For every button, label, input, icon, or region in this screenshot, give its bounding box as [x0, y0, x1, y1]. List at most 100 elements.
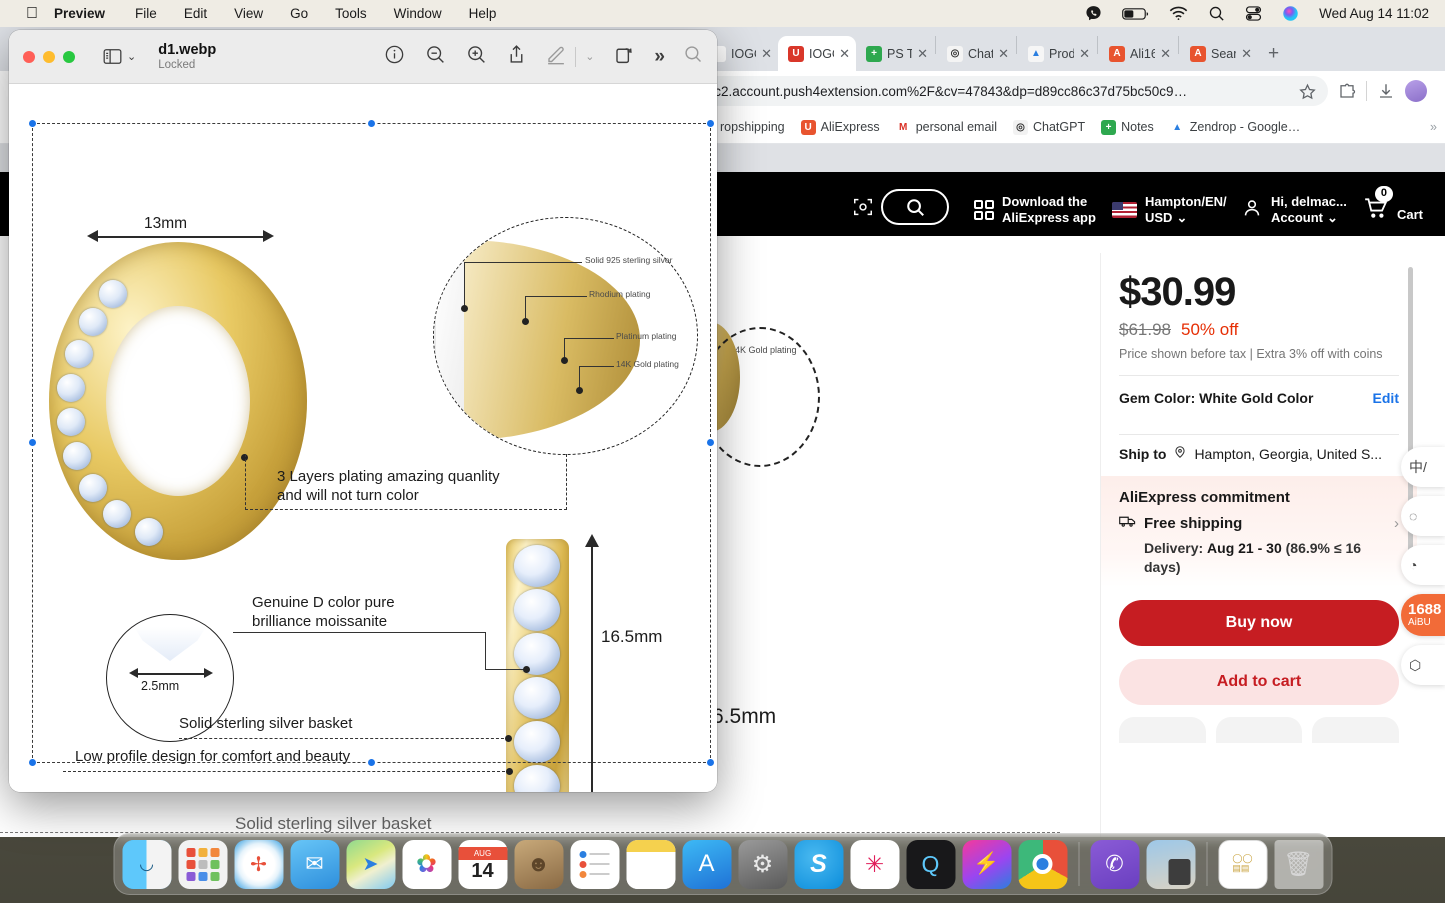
dock-item-calendar[interactable]: AUG 14 — [458, 840, 507, 889]
menu-item-file[interactable]: File — [135, 6, 157, 21]
dock-item-trash[interactable]: 🗑 — [1274, 840, 1323, 889]
camera-search-icon[interactable] — [845, 189, 881, 225]
account-menu[interactable]: Hi, delmac... Account ⌄ — [1241, 194, 1347, 227]
dock-item-skype[interactable]: S — [794, 840, 843, 889]
menu-item-view[interactable]: View — [234, 6, 263, 21]
extensions-puzzle-icon[interactable] — [1338, 82, 1356, 100]
chinese-language-icon[interactable]: 中/ — [1401, 447, 1445, 487]
browser-tab-2[interactable]: + PS T ✕ — [856, 36, 934, 71]
selection-handle-br[interactable] — [706, 758, 715, 767]
sidebar-toggle-button[interactable]: ⌄ — [103, 48, 136, 65]
dock-item-reminders[interactable] — [570, 840, 619, 889]
browser-tab-4[interactable]: ▲ Prod ✕ — [1018, 36, 1096, 71]
viber-icon[interactable] — [1085, 5, 1102, 22]
camera-scan-icon[interactable]: ◌ — [1401, 496, 1445, 536]
bookmarks-overflow-icon[interactable]: » — [1430, 120, 1445, 134]
tab-close-icon[interactable]: ✕ — [1079, 46, 1090, 62]
zoom-button[interactable] — [63, 51, 75, 63]
browser-tab-3[interactable]: ◎ Chat ✕ — [937, 36, 1015, 71]
wifi-icon[interactable] — [1169, 6, 1188, 21]
menu-item-help[interactable]: Help — [469, 6, 497, 21]
edit-option-link[interactable]: Edit — [1373, 390, 1399, 406]
rotate-icon[interactable] — [614, 44, 634, 70]
browser-tab-1[interactable]: U IOGC ✕ — [778, 36, 856, 71]
dock-item-app-store[interactable]: A — [682, 840, 731, 889]
bookmark-item-4[interactable]: + Notes — [1101, 120, 1154, 135]
more-chevrons-icon[interactable]: » — [654, 46, 663, 68]
siri-icon[interactable] — [1282, 5, 1299, 22]
spotlight-search-icon[interactable] — [1208, 5, 1225, 22]
browser-tab-6[interactable]: A Sear ✕ — [1180, 36, 1258, 71]
new-tab-button[interactable]: + — [1258, 43, 1289, 71]
menu-item-tools[interactable]: Tools — [335, 6, 367, 21]
chevron-right-icon[interactable]: › — [1394, 515, 1399, 532]
dock-item-photos[interactable]: ✿ — [402, 840, 451, 889]
dock-item-quicktime[interactable]: Q — [906, 840, 955, 889]
free-shipping-row[interactable]: Free shipping › — [1119, 514, 1399, 533]
browser-tab-5[interactable]: A Ali16 ✕ — [1099, 36, 1177, 71]
coin-face-icon[interactable]: ◔ — [1401, 545, 1445, 585]
battery-icon[interactable] — [1122, 7, 1149, 21]
dock-item-contacts[interactable]: ☻ — [514, 840, 563, 889]
apple-logo-icon[interactable]:  — [26, 6, 38, 22]
dock-item-viber[interactable]: ✆ — [1090, 840, 1139, 889]
dock-item-slack[interactable]: ✳ — [850, 840, 899, 889]
dock-item-system-settings[interactable]: ⚙ — [738, 840, 787, 889]
dock-item-preview[interactable] — [1146, 840, 1195, 889]
selection-handle-tc[interactable] — [367, 119, 376, 128]
info-icon[interactable] — [384, 44, 405, 70]
markup-caret-icon[interactable]: ⌄ — [585, 50, 594, 63]
address-bar[interactable]: Fc2.account.push4extension.com%2F&cv=478… — [694, 76, 1328, 106]
dock-item-document-d1[interactable]: ◯◯▤▤ — [1218, 840, 1267, 889]
bookmark-item-5[interactable]: ▲ Zendrop - Google… — [1170, 120, 1300, 135]
control-center-icon[interactable] — [1245, 5, 1262, 22]
bookmark-item-1[interactable]: U AliExpress — [801, 120, 880, 135]
1688-badge[interactable]: 1688 AiBU — [1401, 594, 1445, 636]
selection-handle-bl[interactable] — [28, 758, 37, 767]
dock-item-maps[interactable]: ➤ — [346, 840, 395, 889]
zoom-out-icon[interactable] — [425, 44, 446, 70]
dock-item-notes[interactable] — [626, 840, 675, 889]
tab-close-icon[interactable]: ✕ — [1160, 46, 1171, 62]
dock-item-finder[interactable]: ◡ — [122, 840, 171, 889]
menu-item-go[interactable]: Go — [290, 6, 308, 21]
menu-item-window[interactable]: Window — [394, 6, 442, 21]
shield-check-icon[interactable]: ⬡ — [1401, 645, 1445, 685]
minimize-button[interactable] — [43, 51, 55, 63]
download-app-link[interactable]: Download the AliExpress app — [974, 194, 1096, 227]
dock-item-launchpad[interactable] — [178, 840, 227, 889]
selection-handle-tl[interactable] — [28, 119, 37, 128]
close-button[interactable] — [23, 51, 35, 63]
selection-handle-ml[interactable] — [28, 438, 37, 447]
add-to-cart-button[interactable]: Add to cart — [1119, 659, 1399, 705]
menu-item-edit[interactable]: Edit — [184, 6, 207, 21]
buy-now-button[interactable]: Buy now — [1119, 600, 1399, 646]
menu-bar-clock[interactable]: Wed Aug 14 11:02 — [1319, 6, 1429, 21]
tab-close-icon[interactable]: ✕ — [839, 46, 850, 62]
ship-to-row[interactable]: Ship to Hampton, Georgia, United S... — [1119, 435, 1399, 476]
profile-avatar[interactable] — [1405, 80, 1427, 102]
menu-item-preview[interactable]: Preview — [54, 6, 105, 21]
share-icon[interactable] — [507, 44, 526, 70]
selection-handle-tr[interactable] — [706, 119, 715, 128]
selection-marquee[interactable] — [32, 123, 711, 763]
markup-pen-icon[interactable] — [546, 44, 566, 70]
search-icon[interactable] — [683, 44, 703, 69]
selection-handle-mr[interactable] — [706, 438, 715, 447]
dock-item-chrome[interactable] — [1018, 840, 1067, 889]
dock-item-messenger[interactable]: ⚡ — [962, 840, 1011, 889]
selection-handle-bc[interactable] — [367, 758, 376, 767]
region-currency-selector[interactable]: Hampton/EN/ USD ⌄ — [1112, 194, 1227, 227]
downloads-icon[interactable] — [1377, 82, 1395, 100]
tab-close-icon[interactable]: ✕ — [917, 46, 928, 62]
bookmark-star-icon[interactable] — [1299, 83, 1316, 100]
dock-item-mail[interactable]: ✉ — [290, 840, 339, 889]
tab-close-icon[interactable]: ✕ — [998, 46, 1009, 62]
cart-button[interactable]: 0 Cart — [1363, 195, 1423, 225]
tab-close-icon[interactable]: ✕ — [1241, 46, 1252, 62]
zoom-in-icon[interactable] — [466, 44, 487, 70]
dock-item-safari[interactable]: ✢ — [234, 840, 283, 889]
tab-close-icon[interactable]: ✕ — [761, 46, 772, 62]
preview-image-canvas[interactable]: 13mm Solid 925 sterling silver Rhodium p… — [9, 84, 717, 792]
bookmark-item-3[interactable]: ◎ ChatGPT — [1013, 120, 1085, 135]
